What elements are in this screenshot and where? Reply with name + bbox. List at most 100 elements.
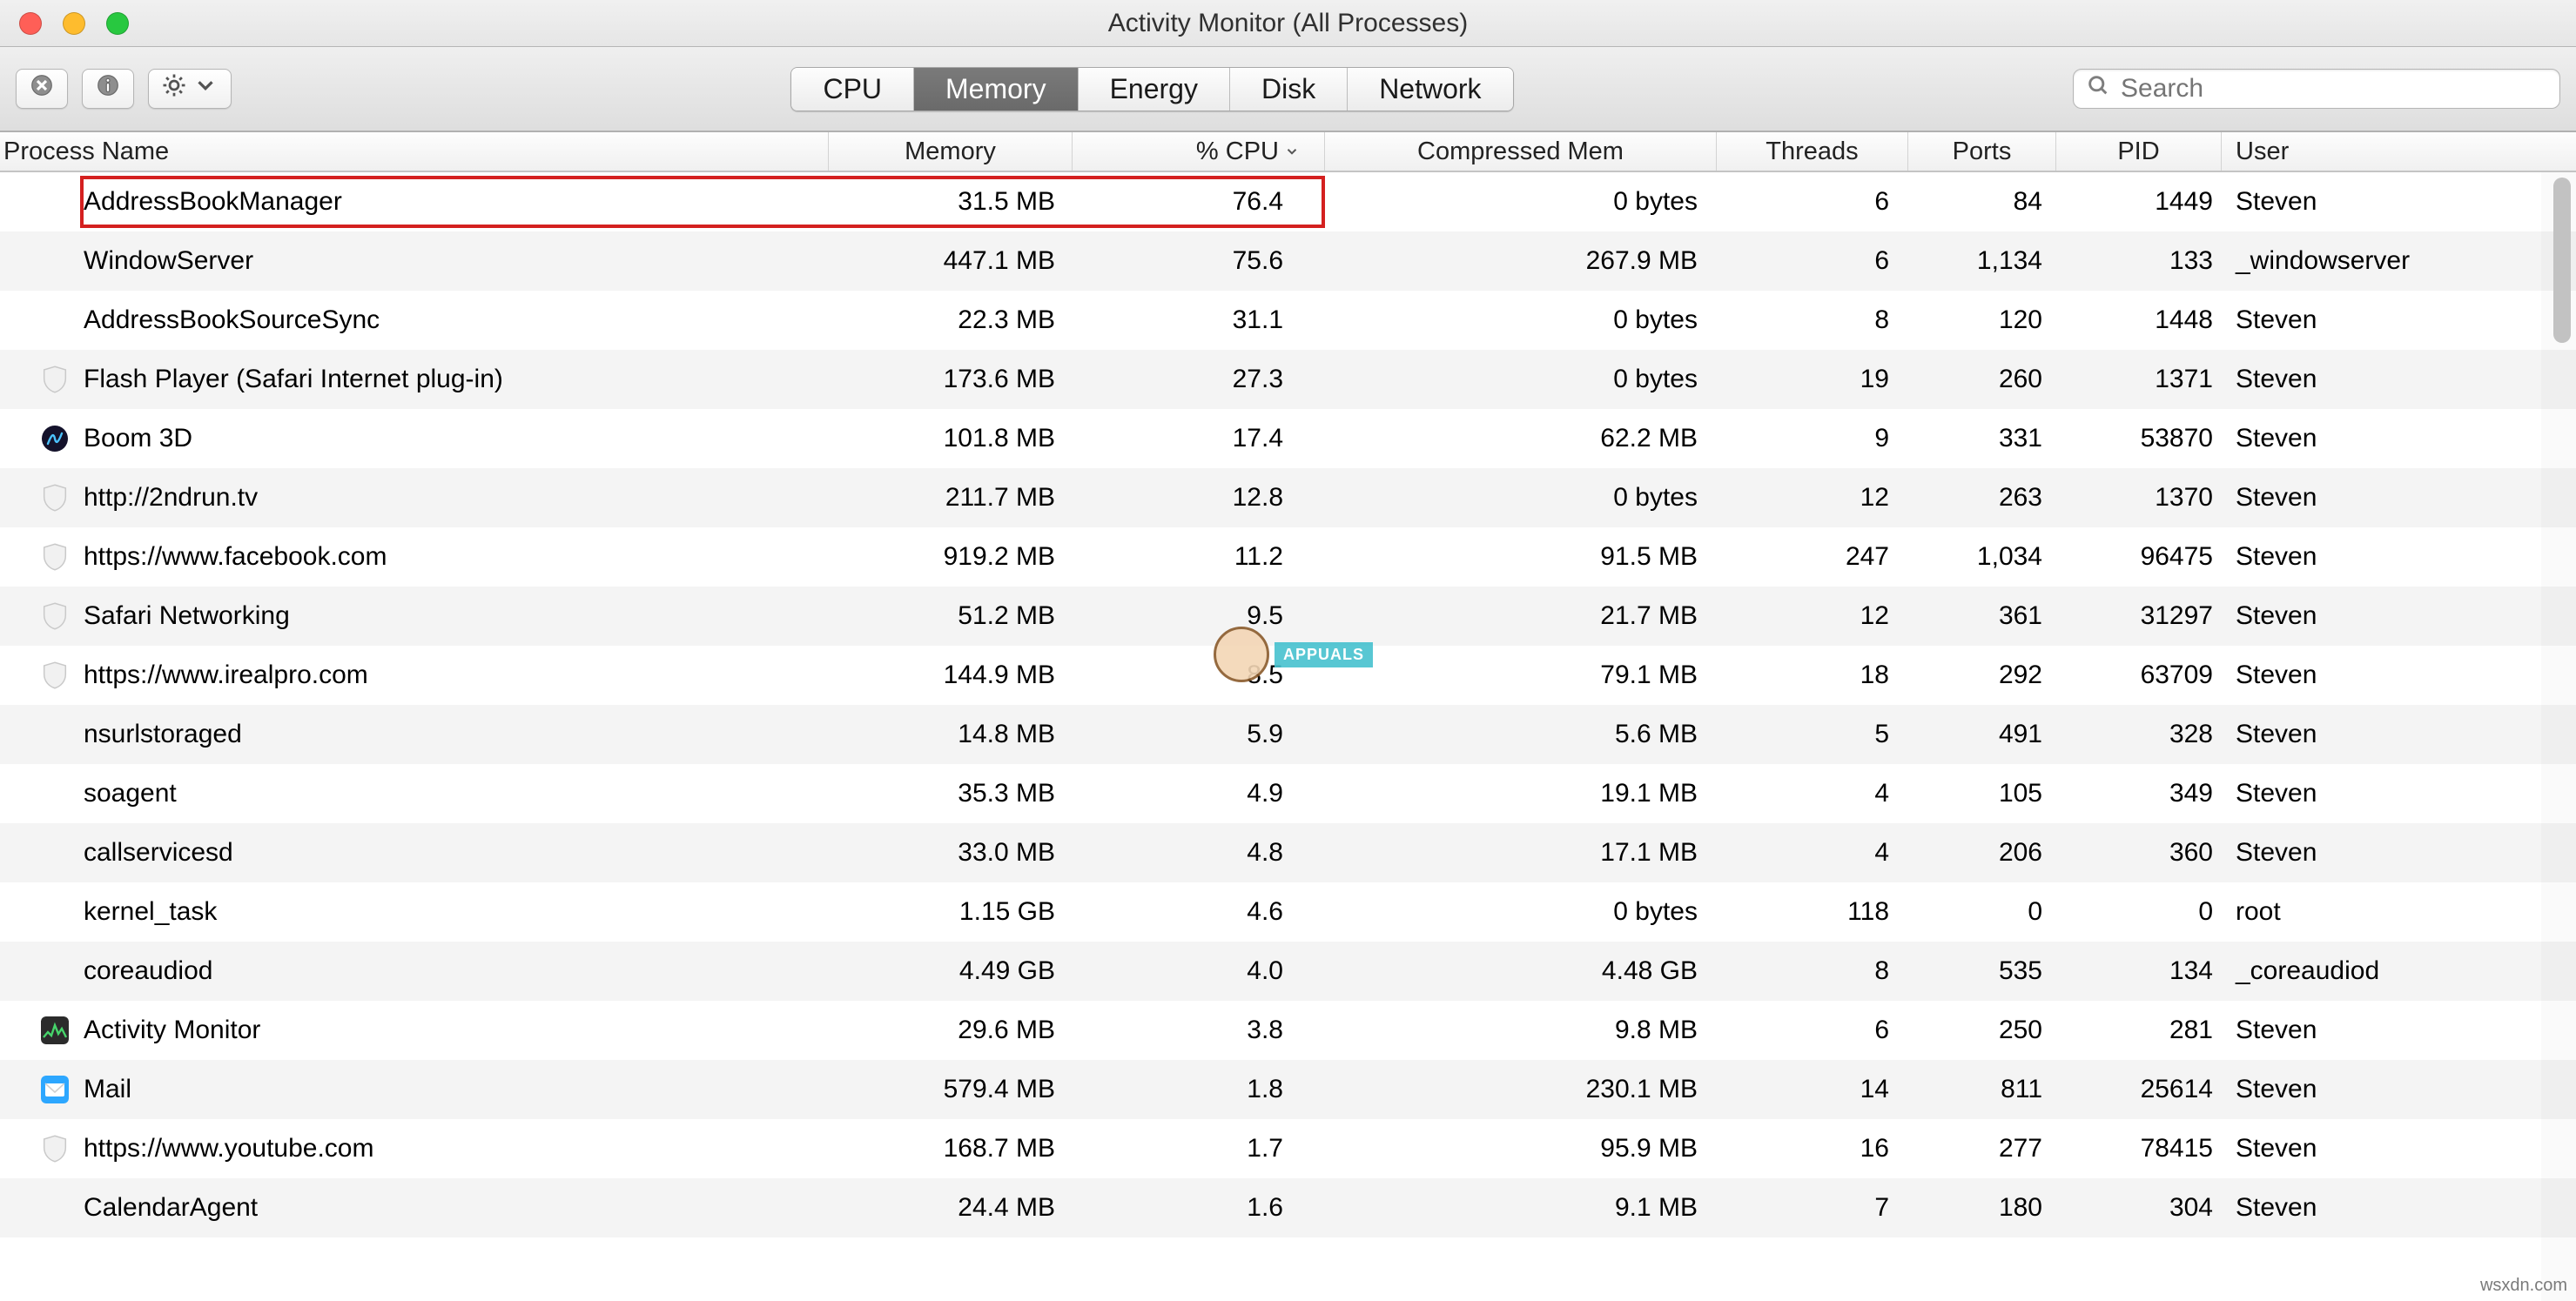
cell-ports: 491 [1908,720,2056,749]
table-row[interactable]: CalendarAgent24.4 MB1.69.1 MB7180304Stev… [0,1178,2576,1237]
column-cpu[interactable]: % CPU [1073,132,1325,171]
cell-memory: 168.7 MB [829,1134,1073,1164]
cell-ports: 1,134 [1908,246,2056,276]
cell-pid: 281 [2056,1016,2222,1045]
stop-process-button[interactable] [16,69,68,109]
cell-memory: 22.3 MB [829,305,1073,335]
table-row[interactable]: Flash Player (Safari Internet plug-in)17… [0,350,2576,409]
process-name-text: https://www.irealpro.com [84,661,368,690]
cell-pid: 1449 [2056,187,2222,217]
column-cpu-label: % CPU [1196,137,1279,166]
table-row[interactable]: Mail579.4 MB1.8230.1 MB1481125614Steven [0,1060,2576,1119]
process-name-text: Flash Player (Safari Internet plug-in) [84,365,503,394]
table-row[interactable]: Activity Monitor29.6 MB3.89.8 MB6250281S… [0,1001,2576,1060]
table-row[interactable]: AddressBookManager31.5 MB76.40 bytes6841… [0,172,2576,231]
cell-memory: 24.4 MB [829,1193,1073,1223]
process-name-text: Boom 3D [84,424,192,453]
close-window-button[interactable] [19,12,42,35]
process-icon [40,1134,70,1164]
cell-cpu: 76.4 [1073,187,1325,217]
column-user[interactable]: User [2222,132,2576,171]
table-row[interactable]: Safari Networking51.2 MB9.521.7 MB123613… [0,587,2576,646]
actions-menu-button[interactable] [148,69,232,109]
cell-ports: 811 [1908,1075,2056,1104]
cell-ports: 535 [1908,956,2056,986]
cell-process-name: callservicesd [0,838,829,868]
column-threads[interactable]: Threads [1717,132,1908,171]
cell-pid: 133 [2056,246,2222,276]
table-row[interactable]: callservicesd33.0 MB4.817.1 MB4206360Ste… [0,823,2576,882]
cell-ports: 250 [1908,1016,2056,1045]
scrollbar-thumb[interactable] [2553,178,2571,343]
inspect-process-button[interactable] [82,69,134,109]
table-row[interactable]: kernel_task1.15 GB4.60 bytes11800root [0,882,2576,942]
tab-cpu[interactable]: CPU [791,68,914,111]
tab-energy[interactable]: Energy [1079,68,1230,111]
cell-ports: 1,034 [1908,542,2056,572]
cell-process-name: https://www.facebook.com [0,542,829,572]
cell-cpu: 1.8 [1073,1075,1325,1104]
cell-process-name: nsurlstoraged [0,720,829,749]
cell-user: Steven [2222,720,2576,749]
tab-memory[interactable]: Memory [914,68,1079,111]
process-icon [40,956,70,986]
column-ports[interactable]: Ports [1908,132,2056,171]
cell-cpu: 75.6 [1073,246,1325,276]
cell-threads: 247 [1717,542,1908,572]
process-name-text: WindowServer [84,246,253,276]
table-row[interactable]: AddressBookSourceSync22.3 MB31.10 bytes8… [0,291,2576,350]
cell-cpu: 4.9 [1073,779,1325,808]
table-row[interactable]: https://www.facebook.com919.2 MB11.291.5… [0,527,2576,587]
process-icon [40,483,70,513]
process-name-text: callservicesd [84,838,233,868]
process-name-text: Activity Monitor [84,1016,260,1045]
table-row[interactable]: WindowServer447.1 MB75.6267.9 MB61,13413… [0,231,2576,291]
process-icon [40,1193,70,1223]
process-icon [40,1016,70,1045]
info-icon [95,72,121,105]
column-memory[interactable]: Memory [829,132,1073,171]
table-row[interactable]: soagent35.3 MB4.919.1 MB4105349Steven [0,764,2576,823]
cell-compressed-mem: 19.1 MB [1325,779,1717,808]
table-row[interactable]: coreaudiod4.49 GB4.04.48 GB8535134_corea… [0,942,2576,1001]
table-row[interactable]: https://www.irealpro.com144.9 MB8.579.1 … [0,646,2576,705]
toolbar: CPU Memory Energy Disk Network [0,47,2576,132]
search-field[interactable] [2073,69,2560,109]
cell-compressed-mem: 0 bytes [1325,187,1717,217]
cell-process-name: CalendarAgent [0,1193,829,1223]
cell-user: Steven [2222,1193,2576,1223]
cell-cpu: 12.8 [1073,483,1325,513]
search-input[interactable] [2121,74,2547,104]
cell-threads: 16 [1717,1134,1908,1164]
tab-network[interactable]: Network [1348,68,1512,111]
cell-threads: 8 [1717,305,1908,335]
cell-memory: 35.3 MB [829,779,1073,808]
process-icon [40,838,70,868]
column-pid[interactable]: PID [2056,132,2222,171]
column-process-name[interactable]: Process Name [0,132,829,171]
window-controls [0,12,129,35]
process-name-text: https://www.youtube.com [84,1134,374,1164]
cell-process-name: coreaudiod [0,956,829,986]
cell-user: _windowserver [2222,246,2576,276]
cell-threads: 6 [1717,187,1908,217]
cell-memory: 29.6 MB [829,1016,1073,1045]
cell-compressed-mem: 0 bytes [1325,305,1717,335]
cell-memory: 33.0 MB [829,838,1073,868]
table-row[interactable]: https://www.youtube.com168.7 MB1.795.9 M… [0,1119,2576,1178]
cell-threads: 6 [1717,246,1908,276]
cell-user: Steven [2222,483,2576,513]
table-row[interactable]: Boom 3D101.8 MB17.462.2 MB933153870Steve… [0,409,2576,468]
process-table: Process Name Memory % CPU Compressed Mem… [0,132,2576,1301]
vertical-scrollbar[interactable] [2541,172,2576,1301]
window-titlebar: Activity Monitor (All Processes) [0,0,2576,47]
cell-compressed-mem: 9.8 MB [1325,1016,1717,1045]
column-compressed-mem[interactable]: Compressed Mem [1325,132,1717,171]
zoom-window-button[interactable] [106,12,129,35]
table-row[interactable]: nsurlstoraged14.8 MB5.95.6 MB5491328Stev… [0,705,2576,764]
cell-threads: 18 [1717,661,1908,690]
table-row[interactable]: http://2ndrun.tv211.7 MB12.80 bytes12263… [0,468,2576,527]
tab-disk[interactable]: Disk [1230,68,1348,111]
cell-process-name: https://www.irealpro.com [0,661,829,690]
minimize-window-button[interactable] [63,12,85,35]
